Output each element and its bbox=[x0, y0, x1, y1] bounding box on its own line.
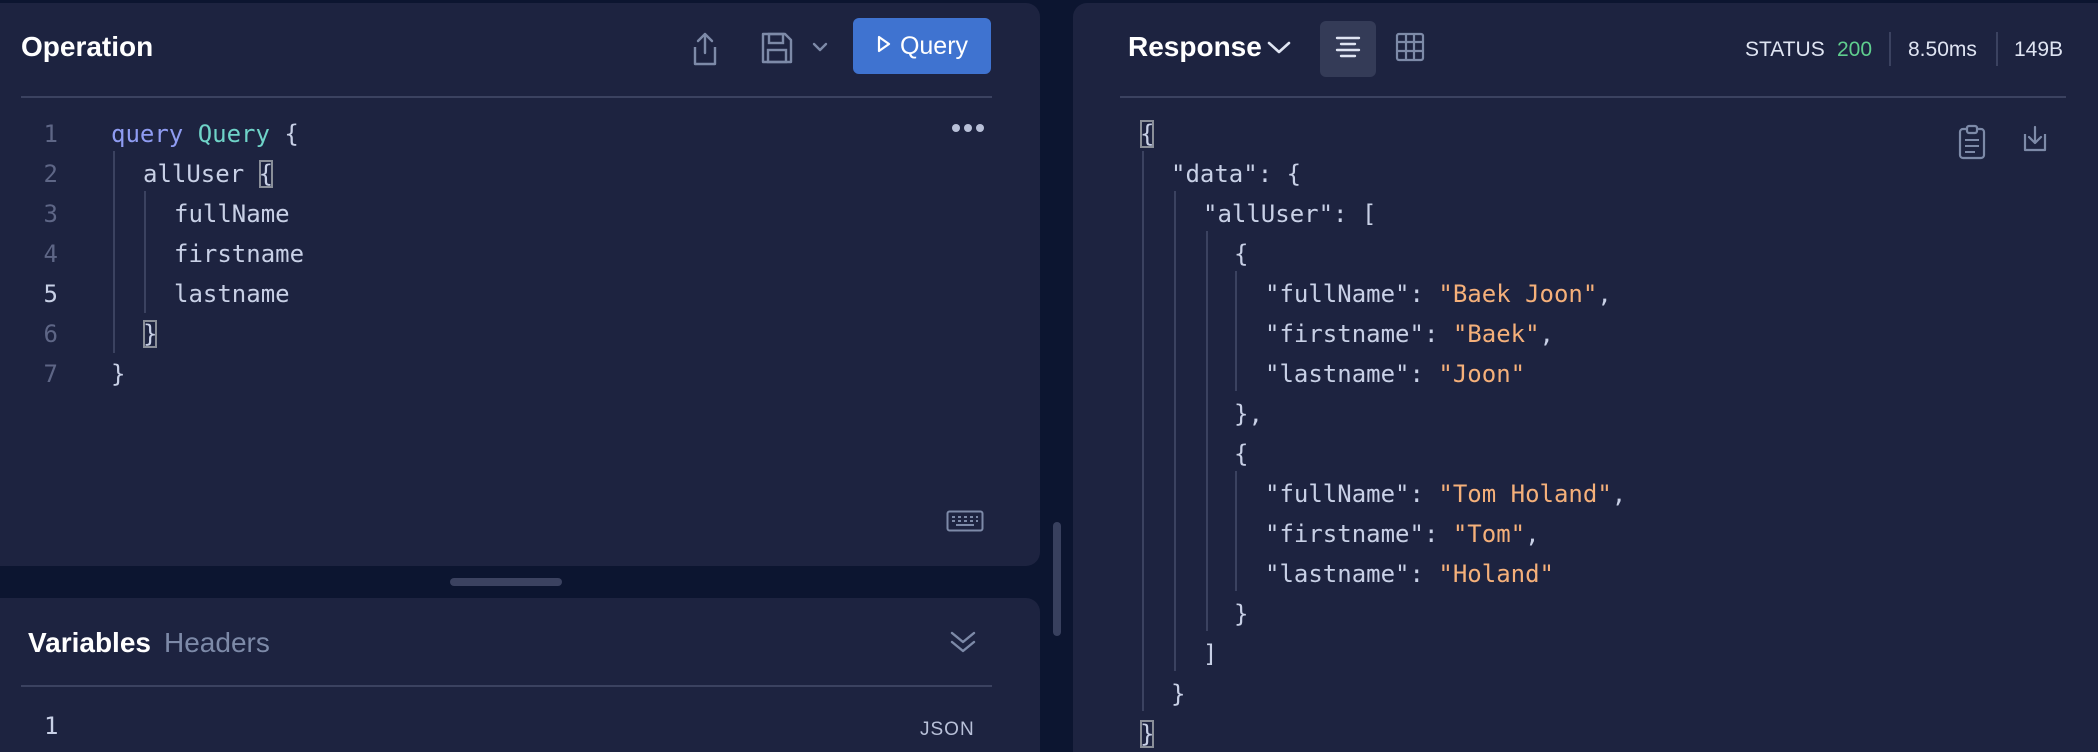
indent-guide bbox=[144, 191, 146, 313]
json-format-label: JSON bbox=[920, 719, 975, 740]
tab-headers[interactable]: Headers bbox=[164, 627, 270, 659]
indent-guide bbox=[1206, 231, 1208, 631]
table-icon bbox=[1395, 32, 1425, 67]
status-code: 200 bbox=[1837, 38, 1873, 61]
table-view-button[interactable] bbox=[1382, 21, 1438, 77]
response-size: 149B bbox=[2014, 38, 2064, 61]
text-view-icon bbox=[1333, 34, 1363, 65]
variables-divider bbox=[21, 685, 992, 687]
text-view-button[interactable] bbox=[1320, 21, 1376, 77]
json-line: "firstname": "Baek", bbox=[1265, 320, 1554, 348]
play-icon bbox=[876, 32, 892, 61]
indent-guide bbox=[1174, 191, 1176, 671]
json-line: } bbox=[1171, 680, 1186, 708]
keyboard-icon[interactable] bbox=[946, 510, 984, 532]
download-icon[interactable] bbox=[2021, 124, 2049, 154]
status-label: STATUS bbox=[1745, 38, 1825, 61]
clipboard-icon[interactable] bbox=[1958, 124, 1986, 160]
share-icon[interactable] bbox=[690, 31, 720, 67]
json-line: }, bbox=[1234, 400, 1263, 428]
operation-divider bbox=[21, 96, 992, 98]
json-line: } bbox=[1234, 600, 1249, 628]
response-divider bbox=[1120, 96, 2066, 98]
chevron-down-icon[interactable] bbox=[1267, 41, 1291, 55]
indent-guide bbox=[1142, 151, 1144, 711]
line-number: 2 bbox=[43, 160, 58, 188]
meta-separator bbox=[1996, 32, 1998, 66]
line-number: 4 bbox=[43, 240, 58, 268]
response-panel bbox=[1073, 3, 2098, 752]
response-duration: 8.50ms bbox=[1908, 38, 1977, 61]
operation-panel bbox=[0, 3, 1040, 566]
json-line: { bbox=[1234, 440, 1249, 468]
line-number: 3 bbox=[43, 200, 58, 228]
code-line: query Query { bbox=[111, 120, 299, 148]
line-number: 5 bbox=[43, 280, 58, 308]
json-line: ] bbox=[1203, 640, 1218, 668]
indent-guide bbox=[1235, 271, 1237, 391]
code-line: fullName bbox=[174, 200, 290, 228]
meta-separator bbox=[1889, 32, 1891, 66]
json-line: { bbox=[1140, 120, 1155, 148]
tab-variables[interactable]: Variables bbox=[28, 627, 151, 659]
line-number: 1 bbox=[43, 120, 58, 148]
panel-resizer[interactable] bbox=[1053, 522, 1061, 636]
json-line: "fullName": "Tom Holand", bbox=[1265, 480, 1627, 508]
json-line: "allUser": [ bbox=[1203, 200, 1377, 228]
json-line: "lastname": "Holand" bbox=[1265, 560, 1554, 588]
collapse-icon[interactable] bbox=[948, 629, 978, 655]
indent-guide bbox=[113, 151, 115, 353]
variables-panel bbox=[0, 598, 1040, 752]
code-line: } bbox=[143, 320, 158, 348]
json-line: "firstname": "Tom", bbox=[1265, 520, 1540, 548]
more-icon[interactable] bbox=[952, 124, 984, 132]
variables-line-number: 1 bbox=[44, 712, 59, 740]
json-line: "lastname": "Joon" bbox=[1265, 360, 1526, 388]
json-line: "fullName": "Baek Joon", bbox=[1265, 280, 1612, 308]
code-line: } bbox=[111, 360, 126, 388]
operation-title: Operation bbox=[21, 31, 154, 62]
resize-handle[interactable] bbox=[450, 578, 562, 586]
line-number: 7 bbox=[43, 360, 58, 388]
json-line: } bbox=[1140, 720, 1155, 748]
code-line: firstname bbox=[174, 240, 305, 268]
run-query-button[interactable]: Query bbox=[853, 18, 991, 74]
json-line: { bbox=[1234, 240, 1249, 268]
query-button-label: Query bbox=[899, 31, 969, 60]
save-icon[interactable] bbox=[760, 31, 794, 65]
indent-guide bbox=[1235, 471, 1237, 591]
json-line: "data": { bbox=[1171, 160, 1302, 188]
line-number: 6 bbox=[43, 320, 58, 348]
code-line: lastname bbox=[174, 280, 290, 308]
response-title[interactable]: Response bbox=[1128, 31, 1262, 63]
code-line: allUser { bbox=[143, 160, 274, 188]
chevron-down-icon[interactable] bbox=[812, 42, 828, 52]
